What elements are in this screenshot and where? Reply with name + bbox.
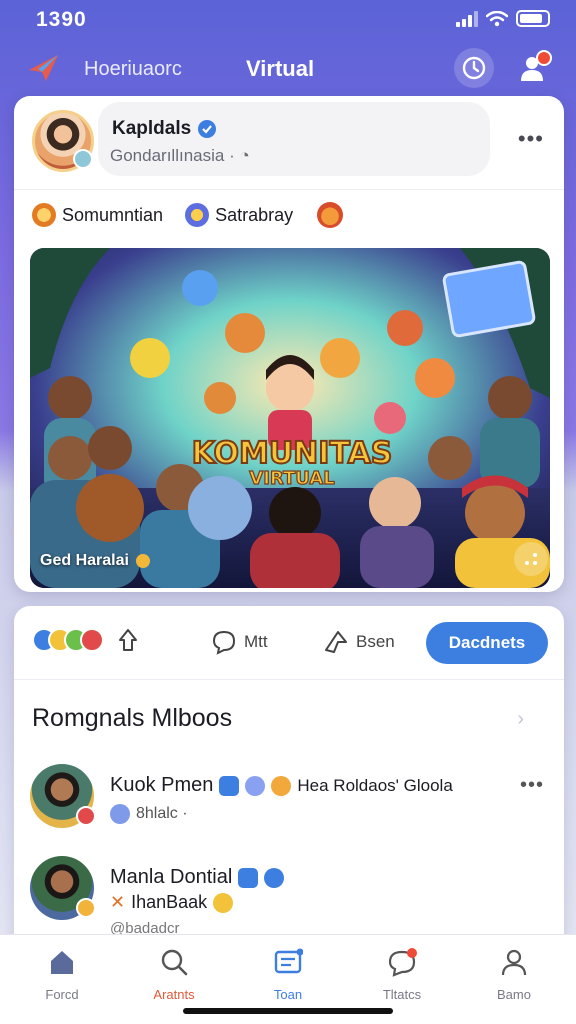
party-illustration: KOMUNITAS VIRTUAL: [30, 248, 550, 588]
nav-label: Toan: [273, 987, 303, 1002]
emoji-reaction-icon[interactable]: [317, 202, 344, 228]
online-indicator-icon: [73, 149, 93, 169]
verified-badge-icon: [238, 867, 259, 888]
tag-item[interactable]: Somumntian: [32, 203, 163, 227]
image-title-text: KOMUNITAS: [192, 436, 393, 471]
status-indicator-icon: [76, 898, 96, 918]
love-reaction-icon: [80, 628, 104, 652]
post-header: Kapldals Gondarıllınasia · ◔ •••: [14, 96, 564, 190]
sparkle-icon: [245, 775, 266, 796]
header-subtitle: Hoeriuaorc: [84, 58, 182, 80]
friend-sub: IhanBaak: [131, 892, 208, 912]
location-tag-icon: [185, 203, 210, 227]
expand-icon: [525, 553, 537, 565]
reaction-summary[interactable]: [32, 628, 104, 652]
tag-label: Somumntian: [62, 204, 164, 225]
comment-label: Mtt: [244, 632, 268, 651]
friend-more-button[interactable]: •••: [520, 774, 544, 797]
header-title: Virtual: [246, 56, 315, 81]
community-tag-icon: [32, 203, 56, 227]
nav-label: Tltatcs: [382, 987, 422, 1002]
nav-label: Forcd: [45, 987, 79, 1002]
author-name[interactable]: Kapldals: [112, 118, 191, 140]
emoji-icon: [271, 775, 292, 796]
friend-name-row: Manla Dontial: [110, 866, 285, 889]
app-header: Hoeriuaorc Virtual: [0, 44, 576, 92]
history-button[interactable]: [454, 48, 494, 88]
profile-icon: [501, 949, 527, 976]
image-options-button[interactable]: [514, 542, 548, 576]
section-title: Romgnals Mlboos: [32, 704, 233, 732]
nav-item-home[interactable]: Forcd: [12, 947, 112, 1002]
search-icon: [161, 949, 188, 976]
author-subtitle: Gondarıllınasia · ◔: [110, 146, 250, 165]
friend-name[interactable]: Kuok Pmen: [110, 774, 213, 797]
share-icon: [325, 631, 347, 653]
home-indicator[interactable]: [183, 1008, 393, 1014]
share-button[interactable]: Bsen: [322, 628, 395, 656]
settings-badge-icon: [264, 867, 285, 888]
verified-badge-icon: [198, 120, 217, 138]
wifi-icon: [486, 10, 508, 26]
post-more-button[interactable]: •••: [518, 126, 544, 152]
notifications-profile-button[interactable]: [512, 48, 552, 88]
friend-sub-row: ✕ IhanBaak: [110, 892, 234, 913]
status-bar: 1390: [0, 0, 576, 40]
image-caption-text: Ged Haralai: [40, 552, 129, 569]
list-item[interactable]: Kuok Pmen Hea Roldaos' Gloola 8hlalc · •…: [14, 762, 564, 842]
smile-emoji-icon: [213, 892, 234, 913]
tag-item[interactable]: Satrabray: [185, 203, 293, 227]
nav-label: Bamo: [497, 987, 531, 1002]
friend-extra: Hea Roldaos' Gloola: [297, 775, 453, 795]
follow-button[interactable]: Dacdnets: [426, 622, 548, 664]
nav-item-feed[interactable]: Toan: [238, 947, 338, 1002]
friend-avatar[interactable]: [30, 856, 96, 920]
post-card: Kapldals Gondarıllınasia · ◔ ••• Somumnt…: [14, 96, 564, 592]
chevron-right-icon[interactable]: ›: [517, 708, 524, 731]
image-subtitle-text: VIRTUAL: [249, 468, 334, 489]
nav-item-explore[interactable]: Aratnts: [124, 947, 224, 1002]
paper-plane-logo-icon[interactable]: [26, 52, 62, 84]
verified-badge-icon: [219, 775, 240, 796]
tag-label: Satrabray: [215, 204, 294, 225]
comment-button[interactable]: Mtt: [210, 628, 268, 656]
cross-icon: ✕: [110, 892, 126, 912]
battery-icon: [516, 10, 550, 27]
link-icon: [110, 804, 130, 824]
friend-sub-row: 8hlalc ·: [110, 804, 188, 824]
feed-icon: [274, 948, 303, 974]
pin-icon[interactable]: [114, 626, 142, 654]
tag-row: Somumntian Satrabray: [32, 202, 344, 228]
notification-badge: [536, 50, 552, 66]
clock-icon: [462, 56, 486, 80]
chat-icon: [388, 948, 417, 977]
post-action-row: Mtt Bsen Dacdnets: [14, 606, 564, 680]
status-time: 1390: [36, 8, 87, 31]
star-badge-icon: [135, 554, 150, 568]
list-item[interactable]: Manla Dontial ✕ IhanBaak @badadcr: [14, 854, 564, 937]
status-icons: [456, 10, 550, 27]
home-icon: [51, 951, 73, 974]
signal-icon: [456, 10, 478, 27]
friend-avatar[interactable]: [30, 764, 96, 828]
nav-item-profile[interactable]: Bamo: [464, 947, 564, 1002]
comment-icon: [212, 630, 236, 655]
author-avatar[interactable]: [32, 110, 94, 172]
friend-name[interactable]: Manla Dontial: [110, 866, 232, 889]
image-caption: Ged Haralai: [40, 552, 151, 570]
nav-item-messages[interactable]: Tltatcs: [352, 947, 452, 1002]
share-label: Bsen: [356, 632, 395, 651]
friend-name-row: Kuok Pmen Hea Roldaos' Gloola: [110, 774, 453, 797]
post-image[interactable]: KOMUNITAS VIRTUAL: [30, 248, 550, 588]
friend-sub: 8hlalc ·: [136, 805, 188, 822]
nav-label: Aratnts: [153, 987, 195, 1002]
status-indicator-icon: [76, 806, 96, 826]
author-name-row: Kapldals: [112, 118, 217, 140]
